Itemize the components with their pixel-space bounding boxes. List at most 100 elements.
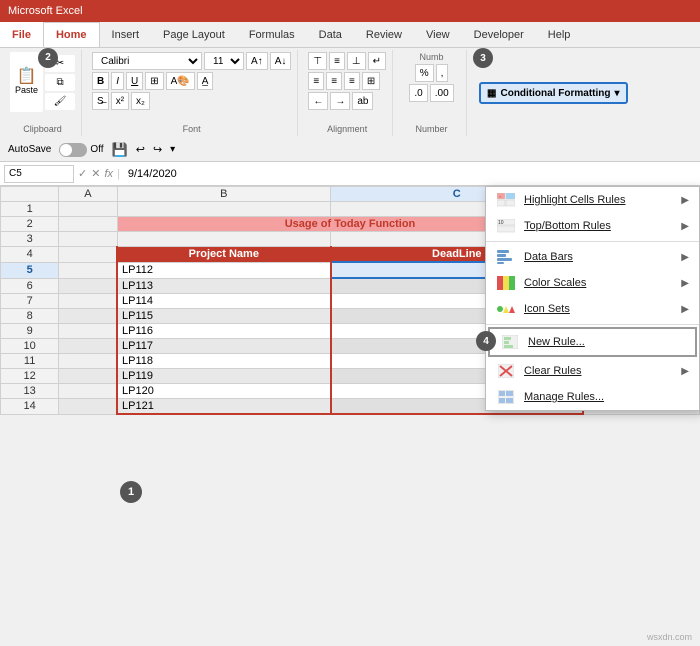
cell-b7[interactable]: LP114 — [117, 294, 331, 309]
cell-b8[interactable]: LP115 — [117, 309, 331, 324]
cf-group: ▦ Conditional Formatting ▾ 3 — [471, 50, 635, 136]
cell-b6[interactable]: LP113 — [117, 278, 331, 294]
cell-b10[interactable]: LP117 — [117, 339, 331, 354]
clear-rules-item[interactable]: Clear Rules ▶ — [486, 358, 699, 384]
color-scales-item[interactable]: Color Scales ▶ — [486, 270, 699, 296]
row-num-14: 14 — [1, 399, 59, 415]
tab-view[interactable]: View — [414, 22, 462, 47]
ribbon-tabs: File Home Insert Page Layout Formulas Da… — [0, 22, 700, 48]
icon-sets-item[interactable]: Icon Sets ▶ — [486, 296, 699, 322]
format-painter-button[interactable]: 🖌 — [45, 93, 75, 110]
indent-inc-button[interactable]: → — [330, 92, 350, 110]
cell-a11[interactable] — [59, 354, 117, 369]
formula-check-icon[interactable]: ✓ — [78, 167, 87, 180]
align-right-button[interactable]: ≡ — [344, 72, 360, 90]
top-bottom-arrow: ▶ — [681, 221, 689, 232]
customize-icon[interactable]: ▾ — [170, 144, 175, 155]
tab-help[interactable]: Help — [536, 22, 583, 47]
copy-button[interactable]: ⧉ — [45, 74, 75, 91]
cell-b11[interactable]: LP118 — [117, 354, 331, 369]
tab-home[interactable]: Home — [43, 22, 100, 47]
align-center-button[interactable]: ≡ — [326, 72, 342, 90]
increase-font-button[interactable]: A↑ — [246, 52, 268, 70]
top-bottom-item[interactable]: 10 Top/Bottom Rules ▶ — [486, 213, 699, 239]
align-bottom-button[interactable]: ⊥ — [347, 52, 366, 70]
cell-b9[interactable]: LP116 — [117, 324, 331, 339]
indent-dec-button[interactable]: ← — [308, 92, 328, 110]
clear-rules-icon — [496, 363, 516, 379]
cell-b14[interactable]: LP121 — [117, 399, 331, 415]
formula-input[interactable] — [124, 168, 696, 180]
tab-data[interactable]: Data — [307, 22, 354, 47]
col-header-b[interactable]: B — [117, 187, 331, 202]
merge-button[interactable]: ⊞ — [362, 72, 380, 90]
font-size-dropdown[interactable]: 11 — [204, 52, 244, 70]
undo-icon[interactable]: ↩ — [136, 143, 145, 156]
tab-review[interactable]: Review — [354, 22, 414, 47]
dec-increase-button[interactable]: .0 — [409, 84, 427, 102]
wrap-text-button[interactable]: ↵ — [368, 52, 386, 70]
comma-button[interactable]: , — [436, 64, 449, 82]
cell-b5[interactable]: LP112 — [117, 262, 331, 278]
superscript-button[interactable]: x² — [111, 92, 129, 110]
formula-fx-icon[interactable]: fx — [104, 168, 113, 180]
manage-rules-item[interactable]: Manage Rules... — [486, 384, 699, 410]
align-middle-button[interactable]: ≡ — [329, 52, 345, 70]
cell-a8[interactable] — [59, 309, 117, 324]
cell-b3[interactable] — [117, 232, 331, 247]
row-num-12: 12 — [1, 369, 59, 384]
color-scales-label: Color Scales — [524, 277, 673, 289]
orient-button[interactable]: ab — [352, 92, 373, 110]
cell-b12[interactable]: LP119 — [117, 369, 331, 384]
cell-a10[interactable] — [59, 339, 117, 354]
row-num-5: 5 — [1, 262, 59, 278]
cell-a13[interactable] — [59, 384, 117, 399]
col-header-a[interactable]: A — [59, 187, 117, 202]
cell-a9[interactable] — [59, 324, 117, 339]
bold-button[interactable]: B — [92, 72, 109, 90]
autosave-toggle[interactable]: Off — [59, 143, 103, 157]
save-icon[interactable]: 💾 — [112, 142, 128, 158]
alignment-group: ⊤ ≡ ⊥ ↵ ≡ ≡ ≡ ⊞ ← → ab Alignment — [302, 50, 393, 136]
tab-file[interactable]: File — [0, 22, 43, 47]
tab-developer[interactable]: Developer — [462, 22, 536, 47]
redo-icon[interactable]: ↪ — [153, 143, 162, 156]
decrease-font-button[interactable]: A↓ — [270, 52, 292, 70]
cell-a4[interactable] — [59, 247, 117, 263]
cell-reference-input[interactable] — [4, 165, 74, 183]
italic-button[interactable]: I — [111, 72, 124, 90]
align-left-button[interactable]: ≡ — [308, 72, 324, 90]
strikethrough-button[interactable]: S̶ — [92, 92, 109, 110]
underline-button[interactable]: U — [126, 72, 143, 90]
align-top-button[interactable]: ⊤ — [308, 52, 327, 70]
cell-a6[interactable] — [59, 278, 117, 294]
cell-a3[interactable] — [59, 232, 117, 247]
tab-page-layout[interactable]: Page Layout — [151, 22, 237, 47]
cell-a2[interactable] — [59, 217, 117, 232]
data-bars-item[interactable]: Data Bars ▶ — [486, 244, 699, 270]
border-button[interactable]: ⊞ — [145, 72, 163, 90]
subscript-button[interactable]: x₂ — [131, 92, 150, 110]
tab-insert[interactable]: Insert — [100, 22, 152, 47]
fill-color-button[interactable]: A🎨 — [166, 72, 195, 90]
percent-button[interactable]: % — [415, 64, 434, 82]
conditional-formatting-button[interactable]: ▦ Conditional Formatting ▾ — [479, 82, 627, 104]
cell-b1[interactable] — [117, 202, 331, 217]
highlight-cells-item[interactable]: < Highlight Cells Rules ▶ — [486, 187, 699, 213]
cell-b13[interactable]: LP120 — [117, 384, 331, 399]
cut-button[interactable]: ✂ 2 — [45, 55, 75, 72]
cell-b4-header[interactable]: Project Name — [117, 247, 331, 263]
cell-a14[interactable] — [59, 399, 117, 415]
cell-a7[interactable] — [59, 294, 117, 309]
cell-a12[interactable] — [59, 369, 117, 384]
tab-formulas[interactable]: Formulas — [237, 22, 307, 47]
dec-decrease-button[interactable]: .00 — [430, 84, 454, 102]
new-rule-item[interactable]: New Rule... 4 — [488, 327, 697, 357]
font-family-dropdown[interactable]: Calibri — [92, 52, 202, 70]
cell-a1[interactable] — [59, 202, 117, 217]
font-color-button[interactable]: A̲ — [197, 72, 214, 90]
formula-cancel-icon[interactable]: ✕ — [91, 167, 100, 180]
cell-a5[interactable] — [59, 262, 117, 278]
row-num-11: 11 — [1, 354, 59, 369]
toggle-switch[interactable] — [59, 143, 87, 157]
